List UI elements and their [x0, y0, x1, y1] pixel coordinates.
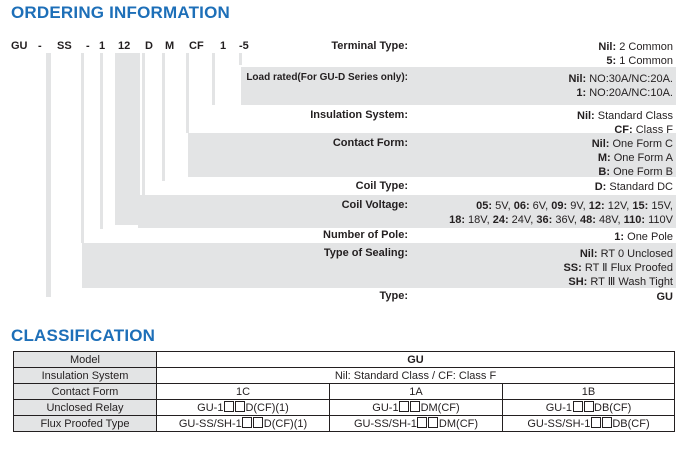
code-part-dash: - [86, 40, 90, 52]
model-value: GU [156, 351, 675, 368]
options-coil-voltage: 05: 5V, 06: 6V, 09: 9V, 12: 12V, 15: 15V… [449, 200, 673, 226]
options-terminal-type: Nil: 2 Common 5: 1 Common [598, 41, 673, 67]
table-row: Flux Proofed Type GU-SS/SH-1 D(CF)(1) GU-… [13, 415, 675, 432]
row-header-insulation: Insulation System [13, 367, 157, 384]
connector-voltage [115, 53, 140, 225]
label-number-of-pole: Number of Pole: [323, 229, 408, 241]
code-part-insulation: CF [189, 40, 204, 52]
flux-1a: GU-SS/SH-1 DM(CF) [329, 415, 503, 432]
code-part-pole: 1 [99, 40, 106, 52]
table-row: Insulation System Nil: Standard Class / … [13, 367, 675, 384]
options-type: GU [656, 291, 674, 303]
contact-1c: 1C [156, 383, 330, 400]
label-type: Type: [379, 290, 408, 302]
options-contact-form: Nil: One Form C M: One Form A B: One For… [591, 138, 673, 178]
connector-sealing [81, 53, 84, 243]
code-part-terminal: -5 [239, 40, 249, 52]
row-header-contact: Contact Form [13, 383, 157, 400]
options-insulation-system: Nil: Standard Class CF: Class F [577, 110, 673, 136]
flux-1c: GU-SS/SH-1 D(CF)(1) [156, 415, 330, 432]
connector-contact [162, 53, 165, 181]
code-part-dash: - [38, 40, 42, 52]
classification-table: Model GU Insulation System Nil: Standard… [13, 351, 675, 432]
label-terminal-type: Terminal Type: [331, 40, 408, 52]
contact-1b: 1B [502, 383, 675, 400]
connector-type [46, 53, 51, 297]
connector-load [212, 53, 215, 105]
label-load-rated: Load rated(For GU-D Series only): [246, 72, 408, 83]
label-insulation-system: Insulation System: [310, 109, 408, 121]
code-part-gu: GU [11, 40, 28, 52]
connector-pole [100, 53, 103, 229]
options-type-of-sealing: Nil: RT 0 Unclosed SS: RT Ⅱ Flux Proofed… [563, 248, 673, 288]
label-coil-type: Coil Type: [355, 180, 408, 192]
label-coil-voltage: Coil Voltage: [341, 199, 408, 211]
row-header-model: Model [13, 351, 157, 368]
code-part-voltage: 12 [118, 40, 131, 52]
unclosed-1a: GU-1 DM(CF) [329, 399, 503, 416]
connector-insulation [186, 53, 189, 133]
table-row: Model GU [13, 351, 675, 368]
row-header-unclosed: Unclosed Relay [13, 399, 157, 416]
options-coil-type: D: Standard DC [594, 181, 673, 193]
code-part-coil-type: D [145, 40, 153, 52]
label-contact-form: Contact Form: [332, 137, 408, 149]
flux-1b: GU-SS/SH-1 DB(CF) [502, 415, 675, 432]
code-part-load: 1 [220, 40, 227, 52]
code-part-contact: M [165, 40, 175, 52]
insulation-value: Nil: Standard Class / CF: Class F [156, 367, 675, 384]
code-part-sealing: SS [57, 40, 72, 52]
contact-1a: 1A [329, 383, 503, 400]
table-row: Unclosed Relay GU-1 D(CF)(1) GU-1 DM(CF) G… [13, 399, 675, 416]
connector-coil-type [142, 53, 145, 196]
options-load-rated: Nil: NO:30A/NC:20A. 1: NO:20A/NC:10A. [568, 73, 673, 99]
table-row: Contact Form 1C 1A 1B [13, 383, 675, 400]
unclosed-1b: GU-1 DB(CF) [502, 399, 675, 416]
connector-terminal [239, 53, 242, 65]
row-header-flux: Flux Proofed Type [13, 415, 157, 432]
classification-title: CLASSIFICATION [11, 326, 156, 345]
ordering-title: ORDERING INFORMATION [11, 3, 231, 22]
label-type-of-sealing: Type of Sealing: [323, 247, 408, 259]
options-number-of-pole: 1: One Pole [614, 231, 673, 243]
unclosed-1c: GU-1 D(CF)(1) [156, 399, 330, 416]
